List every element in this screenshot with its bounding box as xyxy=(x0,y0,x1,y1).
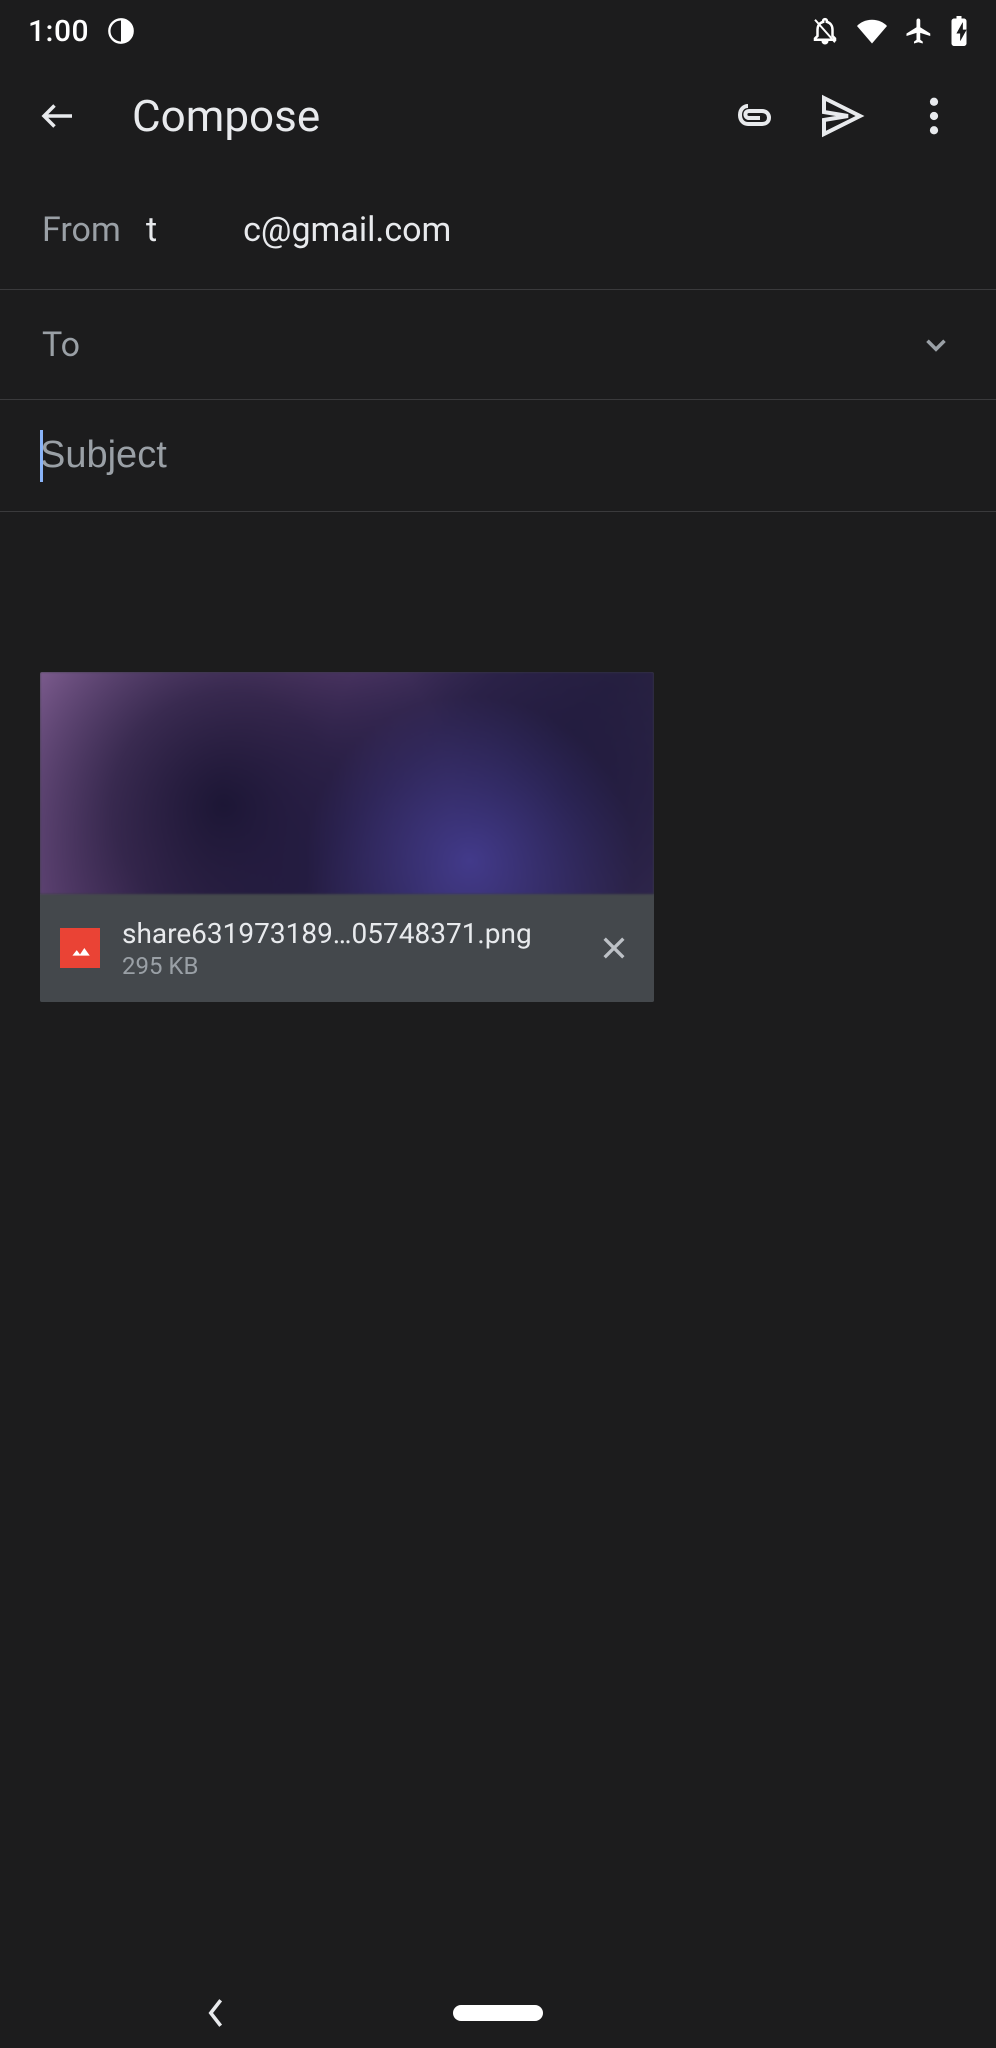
status-bar: 1:00 xyxy=(0,0,996,62)
airplane-mode-icon xyxy=(904,16,934,46)
system-back-button[interactable] xyxy=(200,1998,230,2028)
attachment-filename: share631973189…05748371.png xyxy=(122,917,572,950)
status-time: 1:00 xyxy=(28,14,89,49)
attachment-preview[interactable] xyxy=(40,672,654,894)
subject-input[interactable] xyxy=(40,434,956,477)
app-indicator-icon xyxy=(107,17,135,45)
remove-attachment-button[interactable] xyxy=(594,928,634,968)
from-email-right: c@gmail.com xyxy=(243,210,451,250)
from-row[interactable]: From t c@gmail.com xyxy=(0,170,996,290)
from-email-left: t xyxy=(146,210,157,250)
more-options-button[interactable] xyxy=(910,92,958,140)
to-label: To xyxy=(42,325,918,365)
back-button[interactable] xyxy=(32,90,84,142)
image-file-icon xyxy=(60,928,100,968)
page-title: Compose xyxy=(132,90,726,142)
dnd-icon xyxy=(810,16,840,46)
system-nav-bar xyxy=(0,1978,996,2048)
attachment-footer: share631973189…05748371.png 295 KB xyxy=(40,894,654,1002)
compose-body[interactable]: share631973189…05748371.png 295 KB xyxy=(0,512,996,1002)
app-bar: Compose xyxy=(0,62,996,170)
send-button[interactable] xyxy=(818,92,866,140)
text-cursor xyxy=(40,430,43,482)
from-label: From xyxy=(42,210,146,250)
attach-button[interactable] xyxy=(726,92,774,140)
chevron-down-icon[interactable] xyxy=(918,327,954,363)
attachment-card: share631973189…05748371.png 295 KB xyxy=(40,672,654,1002)
battery-charging-icon xyxy=(950,16,968,46)
home-indicator[interactable] xyxy=(453,2005,543,2021)
attachment-filesize: 295 KB xyxy=(122,952,572,980)
to-row[interactable]: To xyxy=(0,290,996,400)
from-email: t c@gmail.com xyxy=(146,210,451,250)
subject-row[interactable] xyxy=(0,400,996,512)
wifi-icon xyxy=(856,16,888,46)
